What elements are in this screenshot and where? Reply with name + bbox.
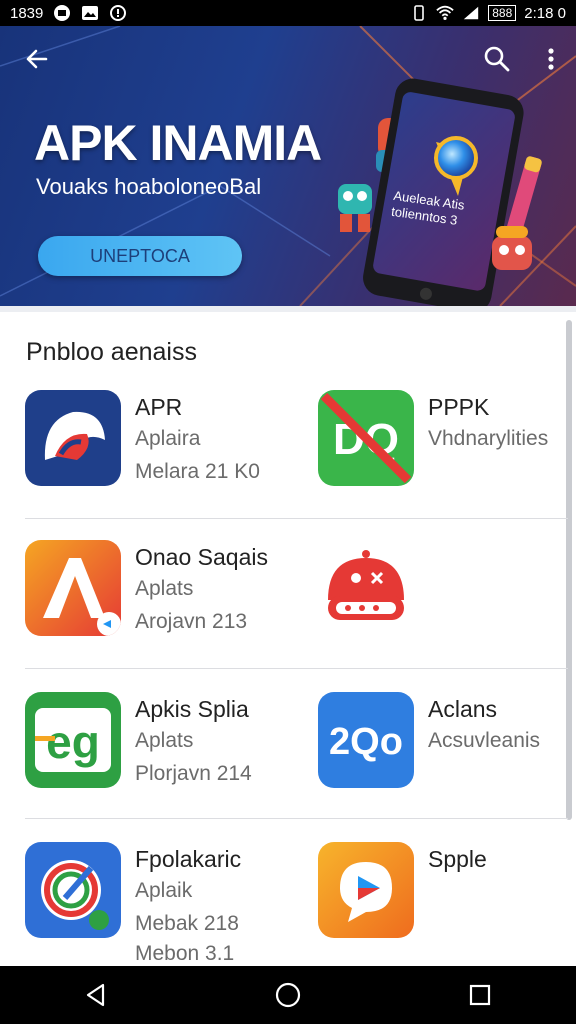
app-version: Plorjavn 214 (135, 762, 252, 785)
blue-2qo-icon: 2Qo (318, 692, 414, 788)
app-card-aclans[interactable]: 2Qo Aclans Acsuvleanis (318, 692, 558, 802)
triangle-back-icon (86, 983, 105, 1007)
hero-banner: APK INAMIA Vouaks hoaboloneoBal UNEPTOCA (0, 26, 576, 306)
nav-back-button[interactable] (76, 975, 116, 1015)
phone-illustration (338, 78, 542, 306)
nav-home-button[interactable] (268, 975, 308, 1015)
app-category: Aplaik (135, 879, 193, 902)
row-divider (25, 818, 568, 819)
app-name: Apkis Splia (135, 696, 249, 722)
app-card-onao-saqais[interactable]: Onao Saqais Aplats Arojavn 213 (25, 540, 285, 650)
section-title: Pnbloo aenaiss (26, 338, 197, 366)
app-name: PPPK (428, 394, 490, 420)
red-robot-icon (318, 540, 414, 636)
app-name: Aclans (428, 696, 498, 722)
status-time-right: 2:18 0 (524, 4, 566, 22)
app-version: Mebak 218 (135, 912, 239, 935)
square-recents-icon (469, 984, 491, 1006)
app-list-section: Pnbloo aenaiss APR Aplaira Melara 21 K0 … (0, 306, 576, 966)
green-dq-icon: DQ (318, 390, 414, 486)
app-category: Vhdnarylities (428, 427, 549, 450)
app-card-apr[interactable]: APR Aplaira Melara 21 K0 (25, 390, 285, 500)
robot-left-icon (338, 184, 372, 232)
a-swirl-icon (25, 390, 121, 486)
app-category: Aplats (135, 577, 194, 600)
battery-indicator: 888 (488, 5, 517, 21)
app-card-fpolakaric[interactable]: Fpolakaric Aplaik Mebak 218 Mebon 3.1 (25, 842, 285, 972)
app-category: Acsuvleanis (428, 729, 541, 752)
app-card-spple[interactable]: Spple (318, 842, 558, 952)
app-card-pppk[interactable]: DQ PPPK Vhdnarylities (318, 390, 558, 500)
battery-level: 888 (492, 6, 513, 20)
system-navigation-bar (0, 966, 576, 1024)
nav-recents-button[interactable] (460, 975, 500, 1015)
status-time-left: 1839 (10, 4, 44, 22)
svg-text:2Qo: 2Qo (329, 721, 403, 763)
app-size: Mebon 3.1 (135, 942, 235, 965)
row-divider (25, 518, 568, 519)
hero-title: APK INAMIA (34, 115, 322, 171)
hero-subtitle: Vouaks hoaboloneoBal (36, 174, 262, 199)
app-category: Aplaira (135, 427, 201, 450)
row-divider (25, 668, 568, 669)
circle-home-icon (275, 982, 301, 1008)
status-bar: 1839 888 2:18 0 (0, 0, 576, 26)
app-name: Spple (428, 846, 487, 872)
app-name: Fpolakaric (135, 846, 242, 872)
robot-right-icon (492, 226, 532, 270)
signal-icon (462, 4, 480, 22)
back-arrow-icon (26, 49, 48, 69)
app-name: Onao Saqais (135, 544, 268, 570)
green-eg-icon: eg (25, 692, 121, 788)
app-name: APR (135, 394, 183, 420)
orange-play-icon (318, 842, 414, 938)
app-category: Aplats (135, 729, 194, 752)
wifi-icon (436, 4, 454, 22)
vibrate-icon (410, 4, 428, 22)
notification-alert-icon (109, 4, 127, 22)
app-card-robot[interactable] (318, 540, 558, 650)
app-card-apkis-splia[interactable]: eg Apkis Splia Aplats Plorjavn 214 (25, 692, 285, 802)
svg-text:eg: eg (46, 716, 100, 768)
compass-icon (25, 842, 121, 938)
back-button[interactable] (20, 42, 54, 76)
orange-a-icon (25, 540, 121, 636)
notification-image-icon (81, 4, 99, 22)
hero-cta-button[interactable]: UNEPTOCA (38, 236, 242, 276)
app-version: Arojavn 213 (135, 610, 248, 633)
notification-circle-icon (53, 4, 71, 22)
app-version: Melara 21 K0 (135, 460, 260, 483)
